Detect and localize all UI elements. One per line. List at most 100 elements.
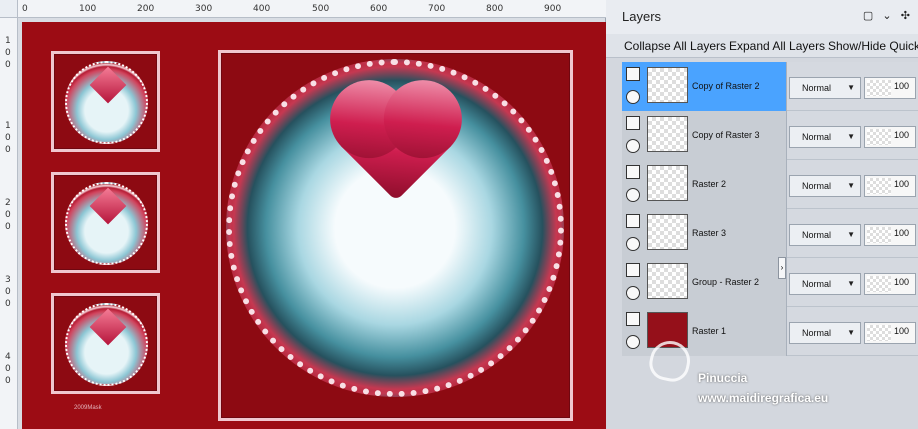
opacity-preview <box>867 325 891 341</box>
small-frame-bottom <box>51 293 160 394</box>
layer-name: Raster 3 <box>692 228 727 238</box>
ruler-label: 3 <box>5 275 11 285</box>
top-ruler: 0 100 200 300 400 500 600 700 800 900 <box>18 0 606 18</box>
eye-icon[interactable] <box>626 188 640 202</box>
layer-name-area[interactable]: Copy of Raster 3 <box>622 111 787 160</box>
blend-mode-value: Normal <box>802 83 832 93</box>
ruler-label: 0 <box>5 287 11 297</box>
layer-thumbnail <box>647 214 688 250</box>
opacity-preview <box>867 276 891 292</box>
eye-icon[interactable] <box>626 237 640 251</box>
layer-lock-icon[interactable] <box>626 165 640 179</box>
ruler-label: 100 <box>79 4 97 14</box>
layer-name: Raster 1 <box>692 326 727 336</box>
opacity-field[interactable]: 100 <box>864 224 916 246</box>
expand-all-layers-button[interactable]: Expand All Layers <box>729 39 825 53</box>
layer-thumbnail <box>647 165 688 201</box>
canvas-area: 0 100 200 300 400 500 600 700 800 900 1 … <box>0 0 606 429</box>
blend-mode-select[interactable]: Normal ▼ <box>789 224 861 246</box>
layers-list: Copy of Raster 2 Normal ▼ 100 Copy of Ras… <box>622 62 918 358</box>
layer-name-area[interactable]: Group - Raster 2 <box>622 258 787 307</box>
ruler-label: 600 <box>370 4 388 14</box>
opacity-preview <box>867 227 891 243</box>
layer-name-area[interactable]: Raster 2 <box>622 160 787 209</box>
layer-name: Copy of Raster 3 <box>692 130 760 140</box>
chevron-down-icon: ▼ <box>847 83 855 92</box>
layer-row-copy-of-raster-2[interactable]: Copy of Raster 2 Normal ▼ 100 <box>622 62 918 111</box>
opacity-value: 100 <box>894 81 910 91</box>
layer-row-raster-2[interactable]: Raster 2 Normal ▼ 100 <box>622 160 918 209</box>
opacity-field[interactable]: 100 <box>864 322 916 344</box>
layer-name-area[interactable]: Raster 3 <box>622 209 787 258</box>
layers-toolbar: Collapse All Layers Expand All Layers Sh… <box>606 34 918 58</box>
layer-lock-icon[interactable] <box>626 312 640 326</box>
ruler-label: 0 <box>5 364 11 374</box>
credit-url: www.maidiregrafica.eu <box>698 391 829 405</box>
layer-lock-icon[interactable] <box>626 214 640 228</box>
panel-collapse-handle[interactable]: › <box>778 257 786 279</box>
document-canvas[interactable]: 2009Mask <box>22 22 606 429</box>
blend-mode-select[interactable]: Normal ▼ <box>789 77 861 99</box>
layer-name-area[interactable]: Raster 1 <box>622 307 787 356</box>
chevron-down-icon: ▼ <box>847 181 855 190</box>
opacity-field[interactable]: 100 <box>864 126 916 148</box>
eye-icon[interactable] <box>626 139 640 153</box>
blend-mode-value: Normal <box>802 230 832 240</box>
layer-lock-icon[interactable] <box>626 67 640 81</box>
opacity-value: 100 <box>894 179 910 189</box>
blend-mode-select[interactable]: Normal ▼ <box>789 273 861 295</box>
blend-mode-value: Normal <box>802 328 832 338</box>
blend-mode-value: Normal <box>802 181 832 191</box>
layers-header: Layers ▢ ⌄ ✣ <box>606 0 918 34</box>
ruler-label: 800 <box>486 4 504 14</box>
ruler-label: 0 <box>5 48 11 58</box>
ruler-label: 500 <box>312 4 330 14</box>
eye-icon[interactable] <box>626 90 640 104</box>
layer-lock-icon[interactable] <box>626 263 640 277</box>
layer-row-group-raster-2[interactable]: Group - Raster 2 Normal ▼ 100 <box>622 258 918 307</box>
layers-title: Layers <box>622 9 662 24</box>
small-frame-top <box>51 51 160 152</box>
eye-icon[interactable] <box>626 335 640 349</box>
opacity-value: 100 <box>894 277 910 287</box>
show-hide-quick-button[interactable]: Show/Hide Quick <box>828 39 918 53</box>
collapse-all-layers-button[interactable]: Collapse All Layers <box>624 39 726 53</box>
opacity-value: 100 <box>894 228 910 238</box>
layer-name: Copy of Raster 2 <box>692 81 760 91</box>
ruler-label: 2 <box>5 198 11 208</box>
ruler-label: 300 <box>195 4 213 14</box>
ruler-label: 1 <box>5 121 11 131</box>
opacity-value: 100 <box>894 130 910 140</box>
palette-controls[interactable]: ▢ ⌄ ✣ <box>863 9 910 22</box>
layer-row-copy-of-raster-3[interactable]: Copy of Raster 3 Normal ▼ 100 <box>622 111 918 160</box>
ruler-label: 900 <box>544 4 562 14</box>
blend-mode-select[interactable]: Normal ▼ <box>789 322 861 344</box>
blend-mode-select[interactable]: Normal ▼ <box>789 175 861 197</box>
chevron-down-icon: ▼ <box>847 132 855 141</box>
small-frame-middle <box>51 172 160 273</box>
ruler-label: 0 <box>5 145 11 155</box>
ruler-label: 400 <box>253 4 271 14</box>
opacity-field[interactable]: 100 <box>864 273 916 295</box>
ruler-label: 0 <box>5 133 11 143</box>
main-valentine-frame <box>218 50 573 421</box>
layer-thumbnail <box>647 67 688 103</box>
layer-lock-icon[interactable] <box>626 116 640 130</box>
blend-mode-value: Normal <box>802 132 832 142</box>
chevron-down-icon: ▼ <box>847 279 855 288</box>
eye-icon[interactable] <box>626 286 640 300</box>
left-ruler: 1 0 0 1 0 0 2 0 0 3 0 0 4 0 0 <box>0 18 18 429</box>
blend-mode-select[interactable]: Normal ▼ <box>789 126 861 148</box>
layer-row-raster-3[interactable]: Raster 3 Normal ▼ 100 <box>622 209 918 258</box>
ruler-label: 4 <box>5 352 11 362</box>
ruler-label: 0 <box>22 4 28 14</box>
canvas-watermark: 2009Mask <box>74 405 102 411</box>
layer-name: Group - Raster 2 <box>692 277 760 287</box>
opacity-field[interactable]: 100 <box>864 175 916 197</box>
layer-name-area[interactable]: Copy of Raster 2 <box>622 62 787 111</box>
opacity-field[interactable]: 100 <box>864 77 916 99</box>
layer-thumbnail <box>647 116 688 152</box>
blend-mode-value: Normal <box>802 279 832 289</box>
credit-name: Pinuccia <box>698 371 748 385</box>
ruler-label: 0 <box>5 376 11 386</box>
